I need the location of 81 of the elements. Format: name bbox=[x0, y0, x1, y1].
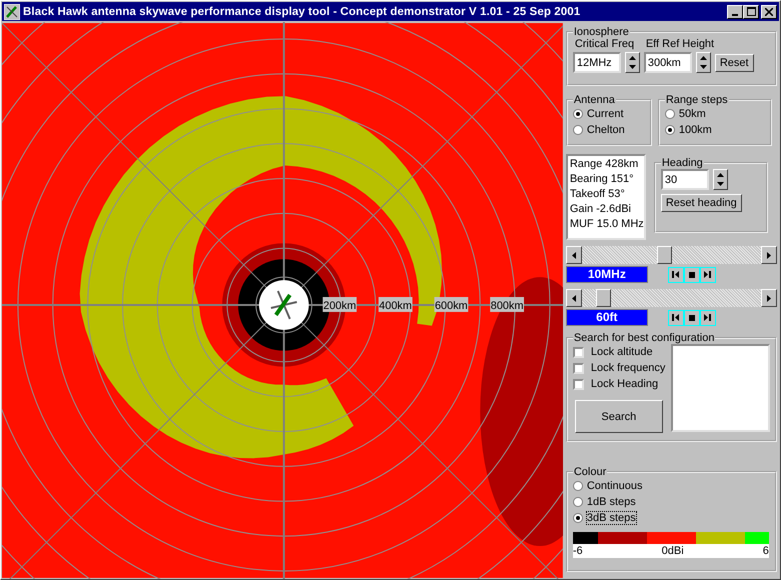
range-label: 600km bbox=[434, 297, 468, 312]
left-arrow-button[interactable] bbox=[566, 246, 582, 264]
slider-thumb[interactable] bbox=[656, 246, 672, 264]
down-arrow-icon bbox=[716, 182, 724, 186]
reset-button[interactable]: Reset bbox=[714, 54, 754, 72]
step-back-button[interactable] bbox=[668, 310, 684, 326]
center-disc bbox=[259, 280, 309, 330]
antenna-icon bbox=[270, 290, 298, 320]
radio-option[interactable]: 50km bbox=[664, 106, 765, 122]
field-label: Eff Ref Height bbox=[644, 38, 716, 50]
window-title: Black Hawk antenna skywave performance display tool - Concept demonstrator V 1.01 - 25 Sep 2001 bbox=[23, 6, 582, 18]
close-icon bbox=[765, 8, 773, 16]
minimize-button[interactable] bbox=[727, 4, 743, 18]
group-title: Antenna bbox=[572, 94, 616, 106]
slider[interactable] bbox=[566, 289, 777, 307]
up-arrow-icon bbox=[700, 56, 707, 60]
readout-line: Range 428km bbox=[570, 157, 640, 172]
group-title: Colour bbox=[572, 466, 608, 478]
critical-freq-field[interactable]: 12MHz bbox=[572, 52, 621, 73]
scale-label: 6 bbox=[762, 544, 769, 558]
spinner[interactable] bbox=[696, 52, 711, 73]
stop-button[interactable] bbox=[684, 266, 700, 282]
slider[interactable] bbox=[566, 246, 777, 264]
group-title: Search for best configuration bbox=[572, 332, 716, 344]
step-back-icon bbox=[672, 314, 680, 321]
search-button[interactable]: Search bbox=[574, 400, 663, 433]
step-forward-button[interactable] bbox=[700, 310, 716, 326]
up-arrow-icon bbox=[716, 172, 724, 177]
minimize-icon bbox=[732, 14, 738, 16]
right-arrow-icon bbox=[767, 294, 771, 302]
spinner[interactable] bbox=[712, 169, 728, 190]
stop-icon bbox=[688, 272, 695, 278]
heading-field[interactable]: 30 bbox=[660, 169, 709, 190]
close-button[interactable] bbox=[761, 4, 777, 18]
step-back-button[interactable] bbox=[668, 266, 684, 282]
slider-thumb[interactable] bbox=[596, 289, 611, 307]
radio-option[interactable]: Current bbox=[572, 106, 645, 122]
left-arrow-icon bbox=[572, 294, 576, 302]
radio-option[interactable]: 3dB steps bbox=[572, 510, 770, 526]
readout-line: Bearing 151° bbox=[570, 172, 635, 187]
checkbox-option[interactable]: Lock frequency bbox=[572, 360, 666, 376]
group-title: Heading bbox=[660, 157, 704, 169]
field-label: Critical Freq bbox=[574, 38, 636, 50]
radio-option[interactable]: 100km bbox=[664, 122, 765, 138]
eff-ref-height-field[interactable]: 300km bbox=[644, 52, 692, 73]
group-title: Range steps bbox=[664, 94, 729, 106]
scale-label: -6 bbox=[572, 544, 583, 558]
range-label: 400km bbox=[378, 297, 412, 312]
checkbox-option[interactable]: Lock Heading bbox=[572, 376, 666, 392]
stop-icon bbox=[688, 314, 695, 320]
group-title: Ionosphere bbox=[572, 26, 630, 38]
radio-option[interactable]: Continuous bbox=[572, 478, 770, 494]
scale-label: 0dBi bbox=[662, 544, 684, 558]
right-arrow-button[interactable] bbox=[761, 246, 777, 264]
checkbox-option[interactable]: Lock altitude bbox=[572, 344, 666, 360]
reset-heading-button[interactable]: Reset heading bbox=[660, 194, 742, 212]
right-arrow-button[interactable] bbox=[761, 289, 777, 307]
readout-line: Takeoff 53° bbox=[570, 187, 626, 202]
down-arrow-icon bbox=[700, 65, 707, 70]
slider-reading: 10MHz bbox=[566, 266, 648, 283]
readout-line: MUF 15.0 MHz bbox=[570, 217, 642, 232]
maximize-button[interactable] bbox=[743, 4, 759, 18]
maximize-icon bbox=[746, 7, 756, 16]
range-label: 800km bbox=[490, 297, 524, 312]
radio-option[interactable]: 1dB steps bbox=[572, 494, 770, 510]
left-arrow-icon bbox=[572, 252, 576, 258]
spinner[interactable] bbox=[624, 52, 640, 73]
slider-reading: 60ft bbox=[566, 309, 648, 326]
right-arrow-icon bbox=[767, 252, 771, 258]
radio-option[interactable]: Chelton bbox=[572, 122, 645, 138]
step-back-icon bbox=[672, 271, 680, 278]
antenna-icon bbox=[4, 4, 20, 20]
step-forward-icon bbox=[704, 271, 712, 278]
step-forward-icon bbox=[704, 314, 712, 321]
up-arrow-icon bbox=[628, 56, 636, 60]
readout-line: Gain -2.6dBi bbox=[570, 202, 632, 217]
stop-button[interactable] bbox=[684, 310, 700, 326]
down-arrow-icon bbox=[628, 65, 636, 70]
step-forward-button[interactable] bbox=[700, 266, 716, 282]
left-arrow-button[interactable] bbox=[566, 289, 582, 307]
range-label: 200km bbox=[322, 297, 357, 312]
